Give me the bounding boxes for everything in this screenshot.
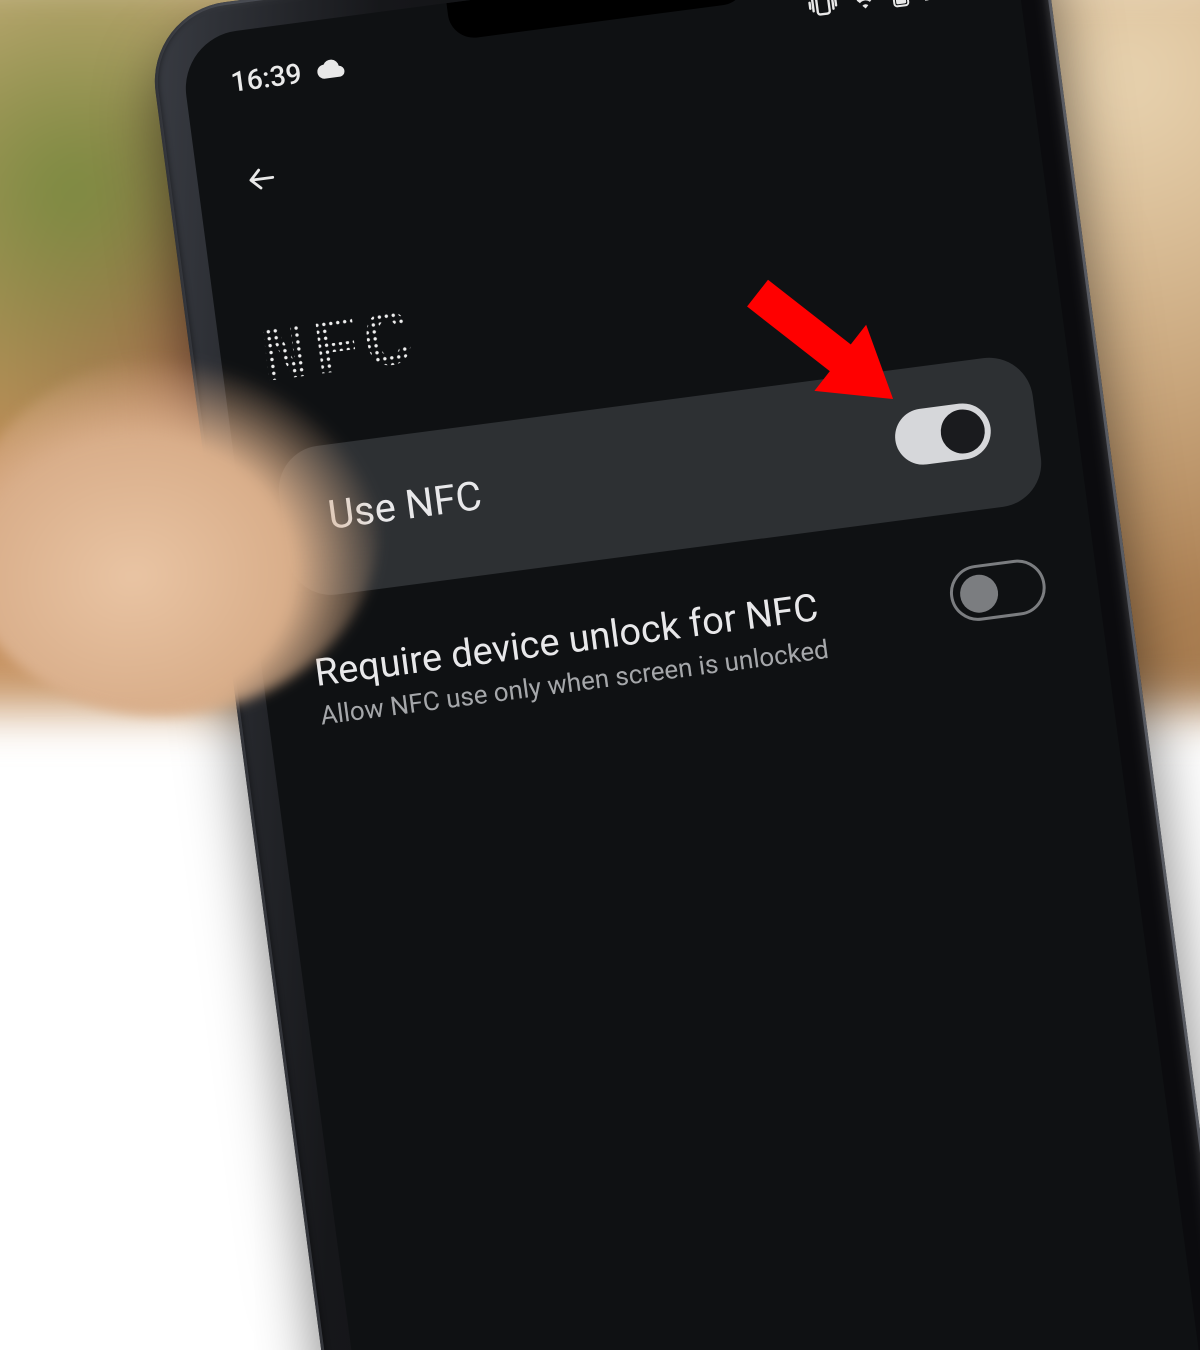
wifi-icon: [848, 0, 881, 12]
back-button[interactable]: [235, 152, 289, 206]
battery-icon: [889, 0, 911, 9]
toggle-knob: [958, 572, 1001, 615]
status-time: 16:39: [229, 56, 304, 98]
phone-screen: 16:39: [179, 0, 1200, 1350]
use-nfc-toggle[interactable]: [892, 400, 994, 468]
cloud-icon: [314, 56, 347, 82]
phone-body: 16:39: [145, 0, 1200, 1350]
settings-content: NFC Use NFC Require device unlock for NF…: [192, 28, 1200, 1350]
require-unlock-toggle[interactable]: [947, 556, 1049, 624]
status-battery-text: 75%: [918, 0, 974, 8]
vibrate-icon: [806, 0, 839, 19]
toggle-knob: [938, 407, 987, 456]
